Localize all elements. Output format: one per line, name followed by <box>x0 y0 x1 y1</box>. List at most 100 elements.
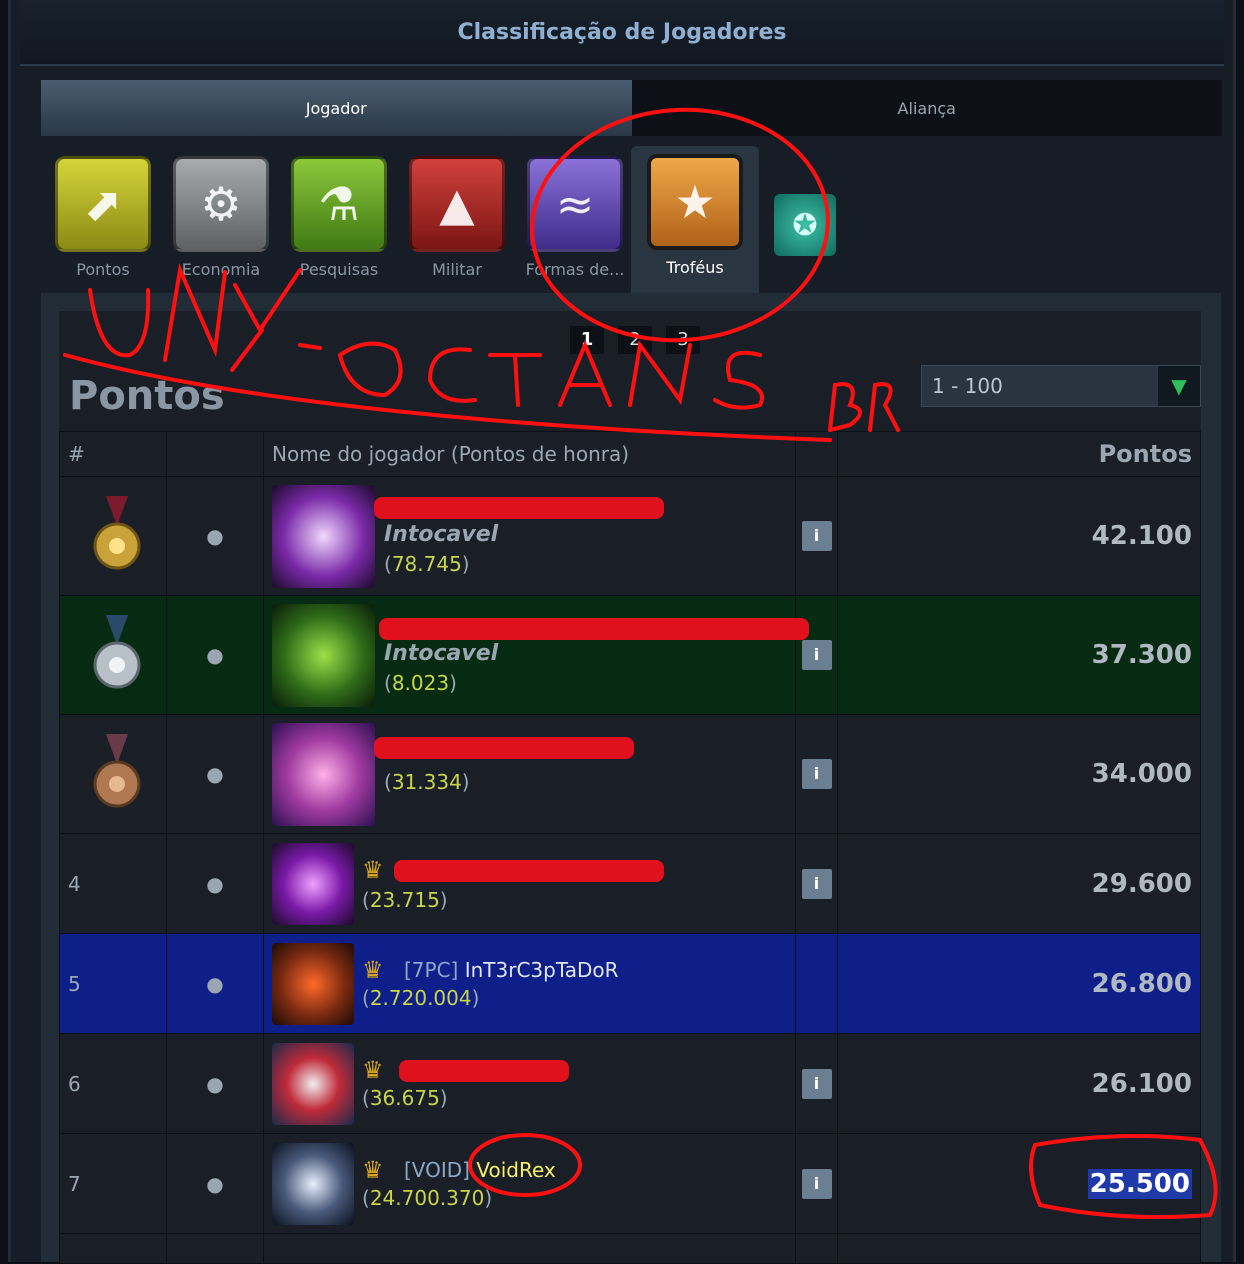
redaction-mark <box>374 737 634 759</box>
player-cell: Intocavel (8.023) <box>263 595 809 715</box>
alliance-emblem-icon: ♛ <box>362 856 384 884</box>
status-dot: ● <box>166 1033 264 1134</box>
status-cell <box>166 1233 264 1264</box>
info-icon[interactable]: i <box>801 759 832 789</box>
trend-arrow-icon: ⬈ <box>55 156 151 252</box>
rank-cell: 7 <box>59 1133 167 1234</box>
honor-value: 31.334 <box>391 770 462 794</box>
info-icon[interactable]: i <box>801 521 832 551</box>
category-label: Troféus <box>666 258 724 277</box>
category-points[interactable]: ⬈ Pontos <box>53 156 153 279</box>
rank-cell <box>59 595 167 715</box>
category-economy[interactable]: ⚙ Economia <box>171 156 271 279</box>
honor-value: 78.745 <box>391 552 462 576</box>
category-lifeforms[interactable]: ≈ Formas de... <box>525 156 625 279</box>
table-row[interactable]: 4 ● ♛ (23.715) i 29.600 <box>59 833 1201 934</box>
player-cell: ♛ (23.715) <box>263 833 796 934</box>
status-dot: ● <box>166 833 264 934</box>
category-research[interactable]: ⚗ Pesquisas <box>289 156 389 279</box>
player-cell: (31.334) <box>263 714 796 834</box>
player-name[interactable]: [VOID] VoidRex <box>404 1158 556 1182</box>
table-row[interactable]: ● Intocavel (78.745) i 42.100 <box>59 476 1201 596</box>
alliance-emblem-icon: ♛ <box>362 1156 384 1184</box>
gold-medal-icon <box>93 496 141 570</box>
info-cell: i <box>795 1033 838 1134</box>
info-cell: i <box>795 1133 838 1234</box>
alliance-emblem-icon: ♛ <box>362 956 384 984</box>
col-status <box>166 431 264 477</box>
avatar[interactable] <box>272 485 375 588</box>
table-row-own[interactable]: 5 ● ♛ [7PC] InT3rC3pTaDoR (2.720.004) 26… <box>59 933 1201 1034</box>
honor-points: (24.700.370) <box>362 1186 493 1210</box>
honor-value: 2.720.004 <box>369 986 472 1010</box>
player-cell: ♛ [7PC] InT3rC3pTaDoR (2.720.004) <box>263 933 796 1034</box>
honor-points: (31.334) <box>384 770 470 794</box>
redaction-mark <box>399 1060 569 1082</box>
range-select[interactable]: 1 - 100 ▼ <box>921 365 1201 407</box>
info-cell <box>795 933 838 1034</box>
status-dot: ● <box>166 595 264 715</box>
redaction-mark <box>394 860 664 882</box>
emblem-icon[interactable]: ✪ <box>774 194 836 256</box>
avatar[interactable] <box>272 943 354 1025</box>
table-row[interactable]: ● Intocavel (8.023) i 37.300 <box>59 595 1201 715</box>
alliance-tag[interactable]: [7PC] <box>404 958 458 982</box>
player-name-text: VoidRex <box>476 1158 556 1182</box>
chevron-down-icon[interactable]: ▼ <box>1158 366 1200 406</box>
tab-player[interactable]: Jogador <box>41 80 632 136</box>
honor-value: 24.700.370 <box>369 1186 485 1210</box>
points-cell: 34.000 <box>837 714 1201 834</box>
info-cell: i <box>795 833 838 934</box>
pagination: 1 2 3 <box>570 326 700 354</box>
table-header: # Nome do jogador (Pontos de honra) Pont… <box>59 431 1201 477</box>
alliance-tag[interactable]: [VOID] <box>404 1158 470 1182</box>
honor-points: (36.675) <box>362 1086 448 1110</box>
info-cell: i <box>795 476 838 596</box>
honor-points: (2.720.004) <box>362 986 480 1010</box>
avatar[interactable] <box>272 843 354 925</box>
avatar[interactable] <box>272 1143 354 1225</box>
bronze-medal-icon <box>93 734 141 808</box>
status-dot: ● <box>166 1133 264 1234</box>
info-icon[interactable]: i <box>801 1168 832 1199</box>
status-dot: ● <box>166 476 264 596</box>
player-name[interactable]: [7PC] InT3rC3pTaDoR <box>404 958 619 982</box>
flask-icon: ⚗ <box>291 156 387 252</box>
trophy-medal-icon: ★ <box>647 154 743 250</box>
player-name[interactable]: Intocavel <box>384 522 498 547</box>
rank-cell: 5 <box>59 933 167 1034</box>
table-row[interactable]: 7 ● ♛ [VOID] VoidRex (24.700.370) i 25.5… <box>59 1133 1201 1234</box>
honor-points: (78.745) <box>384 552 470 576</box>
info-icon[interactable]: i <box>801 868 832 899</box>
honor-value: 8.023 <box>391 671 450 695</box>
points-cell: 26.800 <box>837 933 1201 1034</box>
table-row-partial[interactable] <box>59 1233 1201 1264</box>
info-icon[interactable]: i <box>801 640 832 670</box>
table-row[interactable]: 6 ● ♛ (36.675) i 26.100 <box>59 1033 1201 1134</box>
range-value: 1 - 100 <box>932 374 1003 398</box>
category-label: Pontos <box>76 260 130 279</box>
avatar[interactable] <box>272 604 375 707</box>
page-3[interactable]: 3 <box>666 326 700 354</box>
player-name[interactable]: Intocavel <box>384 641 498 666</box>
info-icon[interactable]: i <box>801 1068 832 1099</box>
dna-icon: ≈ <box>527 156 623 252</box>
section-heading: Pontos <box>69 373 225 419</box>
page-2[interactable]: 2 <box>618 326 652 354</box>
table-row[interactable]: ● (31.334) i 34.000 <box>59 714 1201 834</box>
page-1[interactable]: 1 <box>570 326 604 354</box>
tab-alliance[interactable]: Aliança <box>631 80 1222 136</box>
category-trophies[interactable]: ★ Troféus <box>631 146 759 293</box>
player-cell <box>263 1233 796 1264</box>
ranking-table: # Nome do jogador (Pontos de honra) Pont… <box>59 431 1201 1264</box>
points-cell <box>837 1233 1201 1264</box>
honor-value: 36.675 <box>369 1086 440 1110</box>
category-military[interactable]: ▲ Militar <box>407 156 507 279</box>
avatar[interactable] <box>272 723 375 826</box>
points-cell: 37.300 <box>837 595 1201 715</box>
honor-points: (8.023) <box>384 671 457 695</box>
rank-cell <box>59 476 167 596</box>
category-label: Pesquisas <box>299 260 379 279</box>
status-dot: ● <box>166 933 264 1034</box>
avatar[interactable] <box>272 1043 354 1125</box>
